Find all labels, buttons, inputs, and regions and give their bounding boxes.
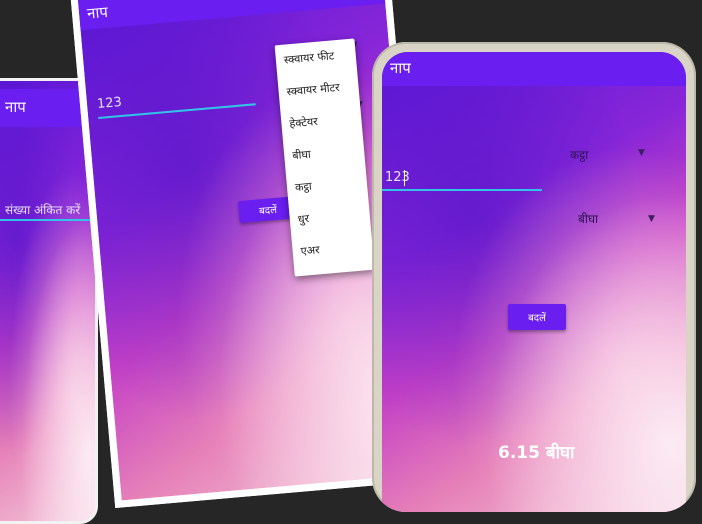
left-number-input[interactable]: संख्या अंकित करें [5, 201, 80, 218]
menu-item-hectare[interactable]: हेक्टेयर [289, 114, 318, 131]
conversion-result: 6.15 बीघा [498, 443, 575, 463]
text-cursor [404, 170, 405, 186]
right-phone: नाप कट्ठा ▼ 123 बीघा ▼ बदलें 6.15 बीघा [372, 42, 696, 512]
left-app-title: नाप [5, 98, 26, 116]
right-number-input[interactable]: 123 [385, 170, 410, 185]
middle-app-title: नाप [86, 2, 109, 23]
right-app-bar: नाप [382, 52, 686, 86]
menu-item-bigha[interactable]: बीघा [292, 147, 312, 164]
right-phone-screen: नाप कट्ठा ▼ 123 बीघा ▼ बदलें 6.15 बीघा [382, 52, 686, 512]
right-convert-button[interactable]: बदलें [508, 304, 566, 330]
menu-item-kattha[interactable]: कट्ठा [294, 179, 313, 195]
menu-item-acre[interactable]: एअर [300, 242, 320, 259]
left-input-underline [0, 219, 95, 221]
to-unit-dropdown[interactable]: बीघा [578, 210, 598, 227]
menu-item-square-feet[interactable]: स्क्वायर फीट [283, 48, 335, 67]
from-unit-dropdown[interactable]: कट्ठा [570, 146, 588, 163]
left-phone-wallpaper [0, 81, 95, 521]
middle-number-input[interactable]: 123 [96, 95, 122, 112]
dropdown-arrow-icon[interactable]: ▼ [638, 148, 645, 158]
menu-item-square-meter[interactable]: स्क्वायर मीटर [286, 80, 340, 100]
menu-item-dhur[interactable]: धुर [297, 211, 310, 227]
dropdown-arrow-icon[interactable]: ▼ [648, 214, 655, 224]
right-app-title: नाप [390, 59, 411, 77]
right-input-underline [382, 189, 542, 191]
